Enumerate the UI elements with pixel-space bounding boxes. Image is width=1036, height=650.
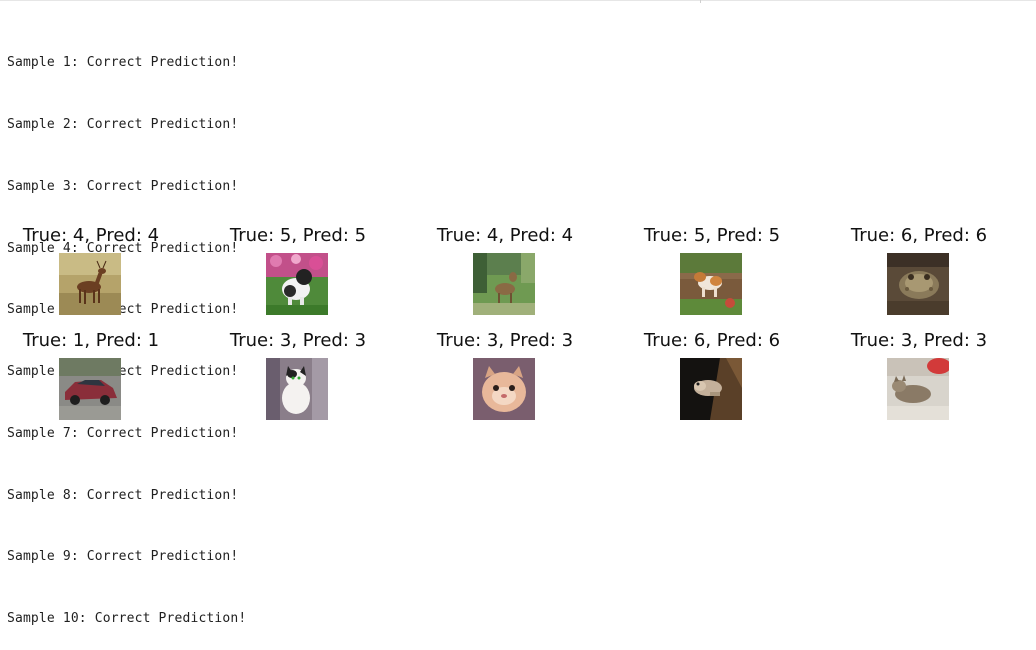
sample-title: True: 1, Pred: 1 <box>22 330 160 351</box>
cat-face-photo-icon <box>473 358 535 420</box>
deer-photo-icon <box>59 253 121 315</box>
cat-sitting-photo-icon <box>266 358 328 420</box>
dog-flowers-photo-icon <box>266 253 328 315</box>
output-line: Sample 1: Correct Prediction! <box>7 55 239 71</box>
output-line: Sample 3: Correct Prediction! <box>7 178 239 194</box>
resize-tick <box>700 0 701 3</box>
deer-grass-photo-icon <box>473 253 535 315</box>
output-line: Sample 9: Correct Prediction! <box>7 549 239 565</box>
output-line: Sample 6: Correct Prediction! <box>7 364 239 380</box>
output-line: Sample 10: Correct Prediction! <box>7 611 247 627</box>
sample-title: True: 3, Pred: 3 <box>850 330 988 351</box>
frog-photo-icon <box>887 253 949 315</box>
sample-title: True: 4, Pred: 4 <box>436 225 574 246</box>
sample-title: True: 5, Pred: 5 <box>643 225 781 246</box>
output-line: Sample 7: Correct Prediction! <box>7 425 239 441</box>
dog-running-photo-icon <box>680 253 742 315</box>
output-top-border <box>0 0 1036 1</box>
frog-dark-photo-icon <box>680 358 742 420</box>
sample-title: True: 5, Pred: 5 <box>229 225 367 246</box>
sample-title: True: 3, Pred: 3 <box>436 330 574 351</box>
sample-title: True: 4, Pred: 4 <box>22 225 160 246</box>
output-line: Sample 5: Correct Prediction! <box>7 302 239 318</box>
sample-title: True: 6, Pred: 6 <box>850 225 988 246</box>
output-line: Sample 8: Correct Prediction! <box>7 487 239 503</box>
output-line: Sample 2: Correct Prediction! <box>7 116 239 132</box>
car-photo-icon <box>59 358 121 420</box>
sample-title: True: 6, Pred: 6 <box>643 330 781 351</box>
sample-title: True: 3, Pred: 3 <box>229 330 367 351</box>
cat-lying-photo-icon <box>887 358 949 420</box>
